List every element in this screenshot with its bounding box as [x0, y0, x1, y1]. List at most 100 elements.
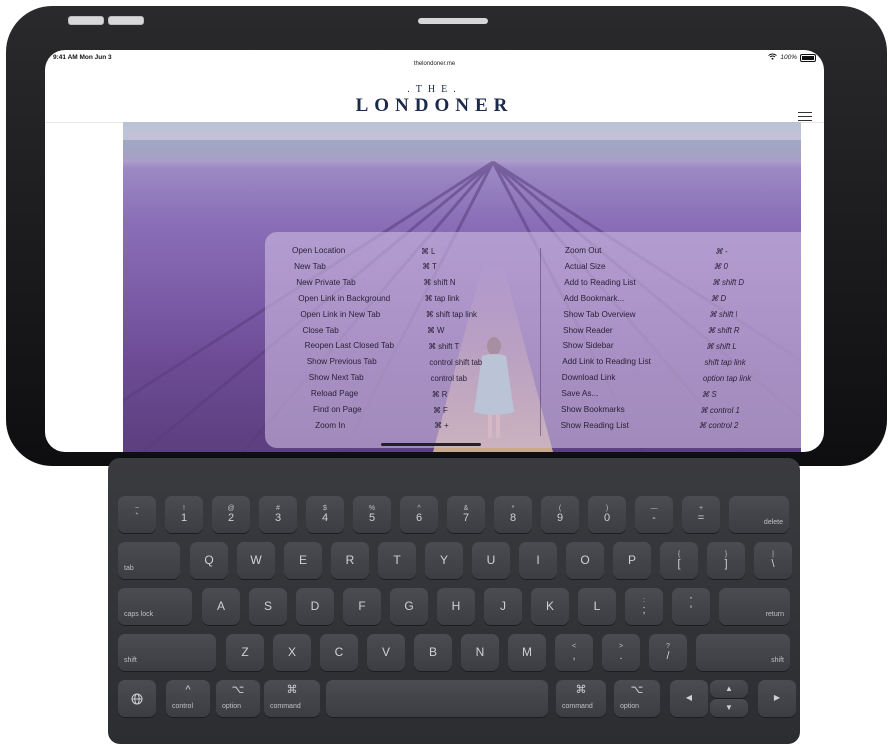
shortcut-keys: shift tap link	[704, 357, 746, 367]
key-q[interactable]: Q	[190, 542, 228, 579]
key-number[interactable]: ^ 6	[400, 496, 438, 533]
delete-key[interactable]: delete	[729, 496, 789, 533]
key-number[interactable]: ) 0	[588, 496, 626, 533]
key-t[interactable]: T	[378, 542, 416, 579]
key-shift-symbol: {	[677, 550, 681, 558]
key-symbol: 0	[603, 512, 611, 525]
return-key[interactable]: return	[719, 588, 790, 625]
key-w[interactable]: W	[237, 542, 275, 579]
shortcut-name: Close Tab	[302, 325, 339, 335]
key-symbol-pair[interactable]: }]	[707, 542, 745, 579]
key-symbol: 5	[368, 512, 376, 525]
key-shift-symbol: <	[571, 642, 577, 650]
key-symbol-pair[interactable]: " '	[672, 588, 710, 625]
shortcut-keys: ⌘ -	[715, 246, 728, 256]
right-arrow-key[interactable]: ▶	[758, 680, 796, 717]
key-k[interactable]: K	[531, 588, 569, 625]
battery-percent: 100%	[780, 54, 797, 61]
left-arrow-key[interactable]: ◀	[670, 680, 708, 717]
key-letter: Q	[204, 552, 214, 567]
space-bar[interactable]	[326, 680, 548, 717]
key-symbol: /	[666, 650, 670, 663]
globe-key[interactable]	[118, 680, 156, 717]
right-option-key[interactable]: option ⌥	[614, 680, 660, 717]
key-label: control	[172, 703, 194, 711]
key-e[interactable]: E	[284, 542, 322, 579]
key-l[interactable]: L	[578, 588, 616, 625]
key-shift-symbol: )	[605, 504, 609, 512]
key-symbol: ▼	[725, 702, 733, 712]
key-letter: I	[536, 552, 540, 567]
up-arrow-key[interactable]: ▲	[710, 680, 748, 698]
address-bar[interactable]: thelondoner.me	[45, 61, 824, 67]
key-symbol: ,	[572, 650, 576, 663]
shortcut-name: Zoom In	[315, 420, 346, 430]
key-label: delete	[763, 519, 783, 527]
key-letter: X	[287, 644, 296, 659]
status-time: 9:41 AM Mon Jun 3	[53, 54, 112, 61]
caps-lock-key[interactable]: caps lock	[118, 588, 192, 625]
key-shift-symbol: >	[618, 642, 624, 650]
tab-key[interactable]: tab	[118, 542, 180, 579]
key-number[interactable]: & 7	[447, 496, 485, 533]
key-shift-symbol: +	[698, 504, 704, 512]
key-number[interactable]: + =	[682, 496, 720, 533]
key-shift-symbol: &	[463, 504, 469, 512]
shortcut-keys: ⌘ 0	[713, 262, 728, 272]
key-h[interactable]: H	[437, 588, 475, 625]
key-number[interactable]: ! 1	[165, 496, 203, 533]
site-logo[interactable]: LONDONER	[45, 95, 824, 117]
key-x[interactable]: X	[273, 634, 311, 671]
right-command-key[interactable]: command ⌘	[556, 680, 606, 717]
key-symbol-pair[interactable]: :;	[625, 588, 663, 625]
site-header: .THE. LONDONER	[45, 70, 824, 123]
shortcut-name: Show Reading List	[560, 420, 629, 430]
key-symbol-pair[interactable]: ? /	[649, 634, 687, 671]
key-symbol: 1	[180, 512, 188, 525]
key-number[interactable]: — -	[635, 496, 673, 533]
key-r[interactable]: R	[331, 542, 369, 579]
key-j[interactable]: J	[484, 588, 522, 625]
key-a[interactable]: A	[202, 588, 240, 625]
key-m[interactable]: M	[508, 634, 546, 671]
key-i[interactable]: I	[519, 542, 557, 579]
key-symbol-pair[interactable]: {[	[660, 542, 698, 579]
key-number[interactable]: @2	[212, 496, 250, 533]
control-key[interactable]: control ^	[166, 680, 210, 717]
key-p[interactable]: P	[613, 542, 651, 579]
key-f[interactable]: F	[343, 588, 381, 625]
key-d[interactable]: D	[296, 588, 334, 625]
key-z[interactable]: Z	[226, 634, 264, 671]
key-number[interactable]: * 8	[494, 496, 532, 533]
key-number[interactable]: #3	[259, 496, 297, 533]
key-symbol: ]	[724, 558, 728, 571]
key-s[interactable]: S	[249, 588, 287, 625]
key-symbol-pair[interactable]: >.	[602, 634, 640, 671]
right-shift-key[interactable]: shift	[696, 634, 790, 671]
key-number[interactable]: (9	[541, 496, 579, 533]
battery-icon	[800, 53, 816, 62]
key-y[interactable]: Y	[425, 542, 463, 579]
key-u[interactable]: U	[472, 542, 510, 579]
down-arrow-key[interactable]: ▼	[710, 699, 748, 717]
key-number[interactable]: ~ `	[118, 496, 156, 533]
key-c[interactable]: C	[320, 634, 358, 671]
left-shift-key[interactable]: shift	[118, 634, 216, 671]
shortcut-name: Show Sidebar	[562, 341, 614, 351]
key-letter: Z	[241, 644, 249, 659]
key-o[interactable]: O	[566, 542, 604, 579]
key-v[interactable]: V	[367, 634, 405, 671]
key-n[interactable]: N	[461, 634, 499, 671]
key-b[interactable]: B	[414, 634, 452, 671]
ipad-screen: 9:41 AM Mon Jun 3 thelondoner.me 100% .T…	[45, 50, 824, 452]
key-letter: R	[345, 552, 355, 567]
left-option-key[interactable]: option ⌥	[216, 680, 260, 717]
left-command-key[interactable]: command ⌘	[264, 680, 320, 717]
key-symbol-pair[interactable]: <,	[555, 634, 593, 671]
key-g[interactable]: G	[390, 588, 428, 625]
key-number[interactable]: % 5	[353, 496, 391, 533]
key-symbol-pair[interactable]: | \	[754, 542, 792, 579]
key-number[interactable]: $4	[306, 496, 344, 533]
globe-icon	[131, 693, 143, 704]
key-label: shift	[124, 657, 137, 665]
